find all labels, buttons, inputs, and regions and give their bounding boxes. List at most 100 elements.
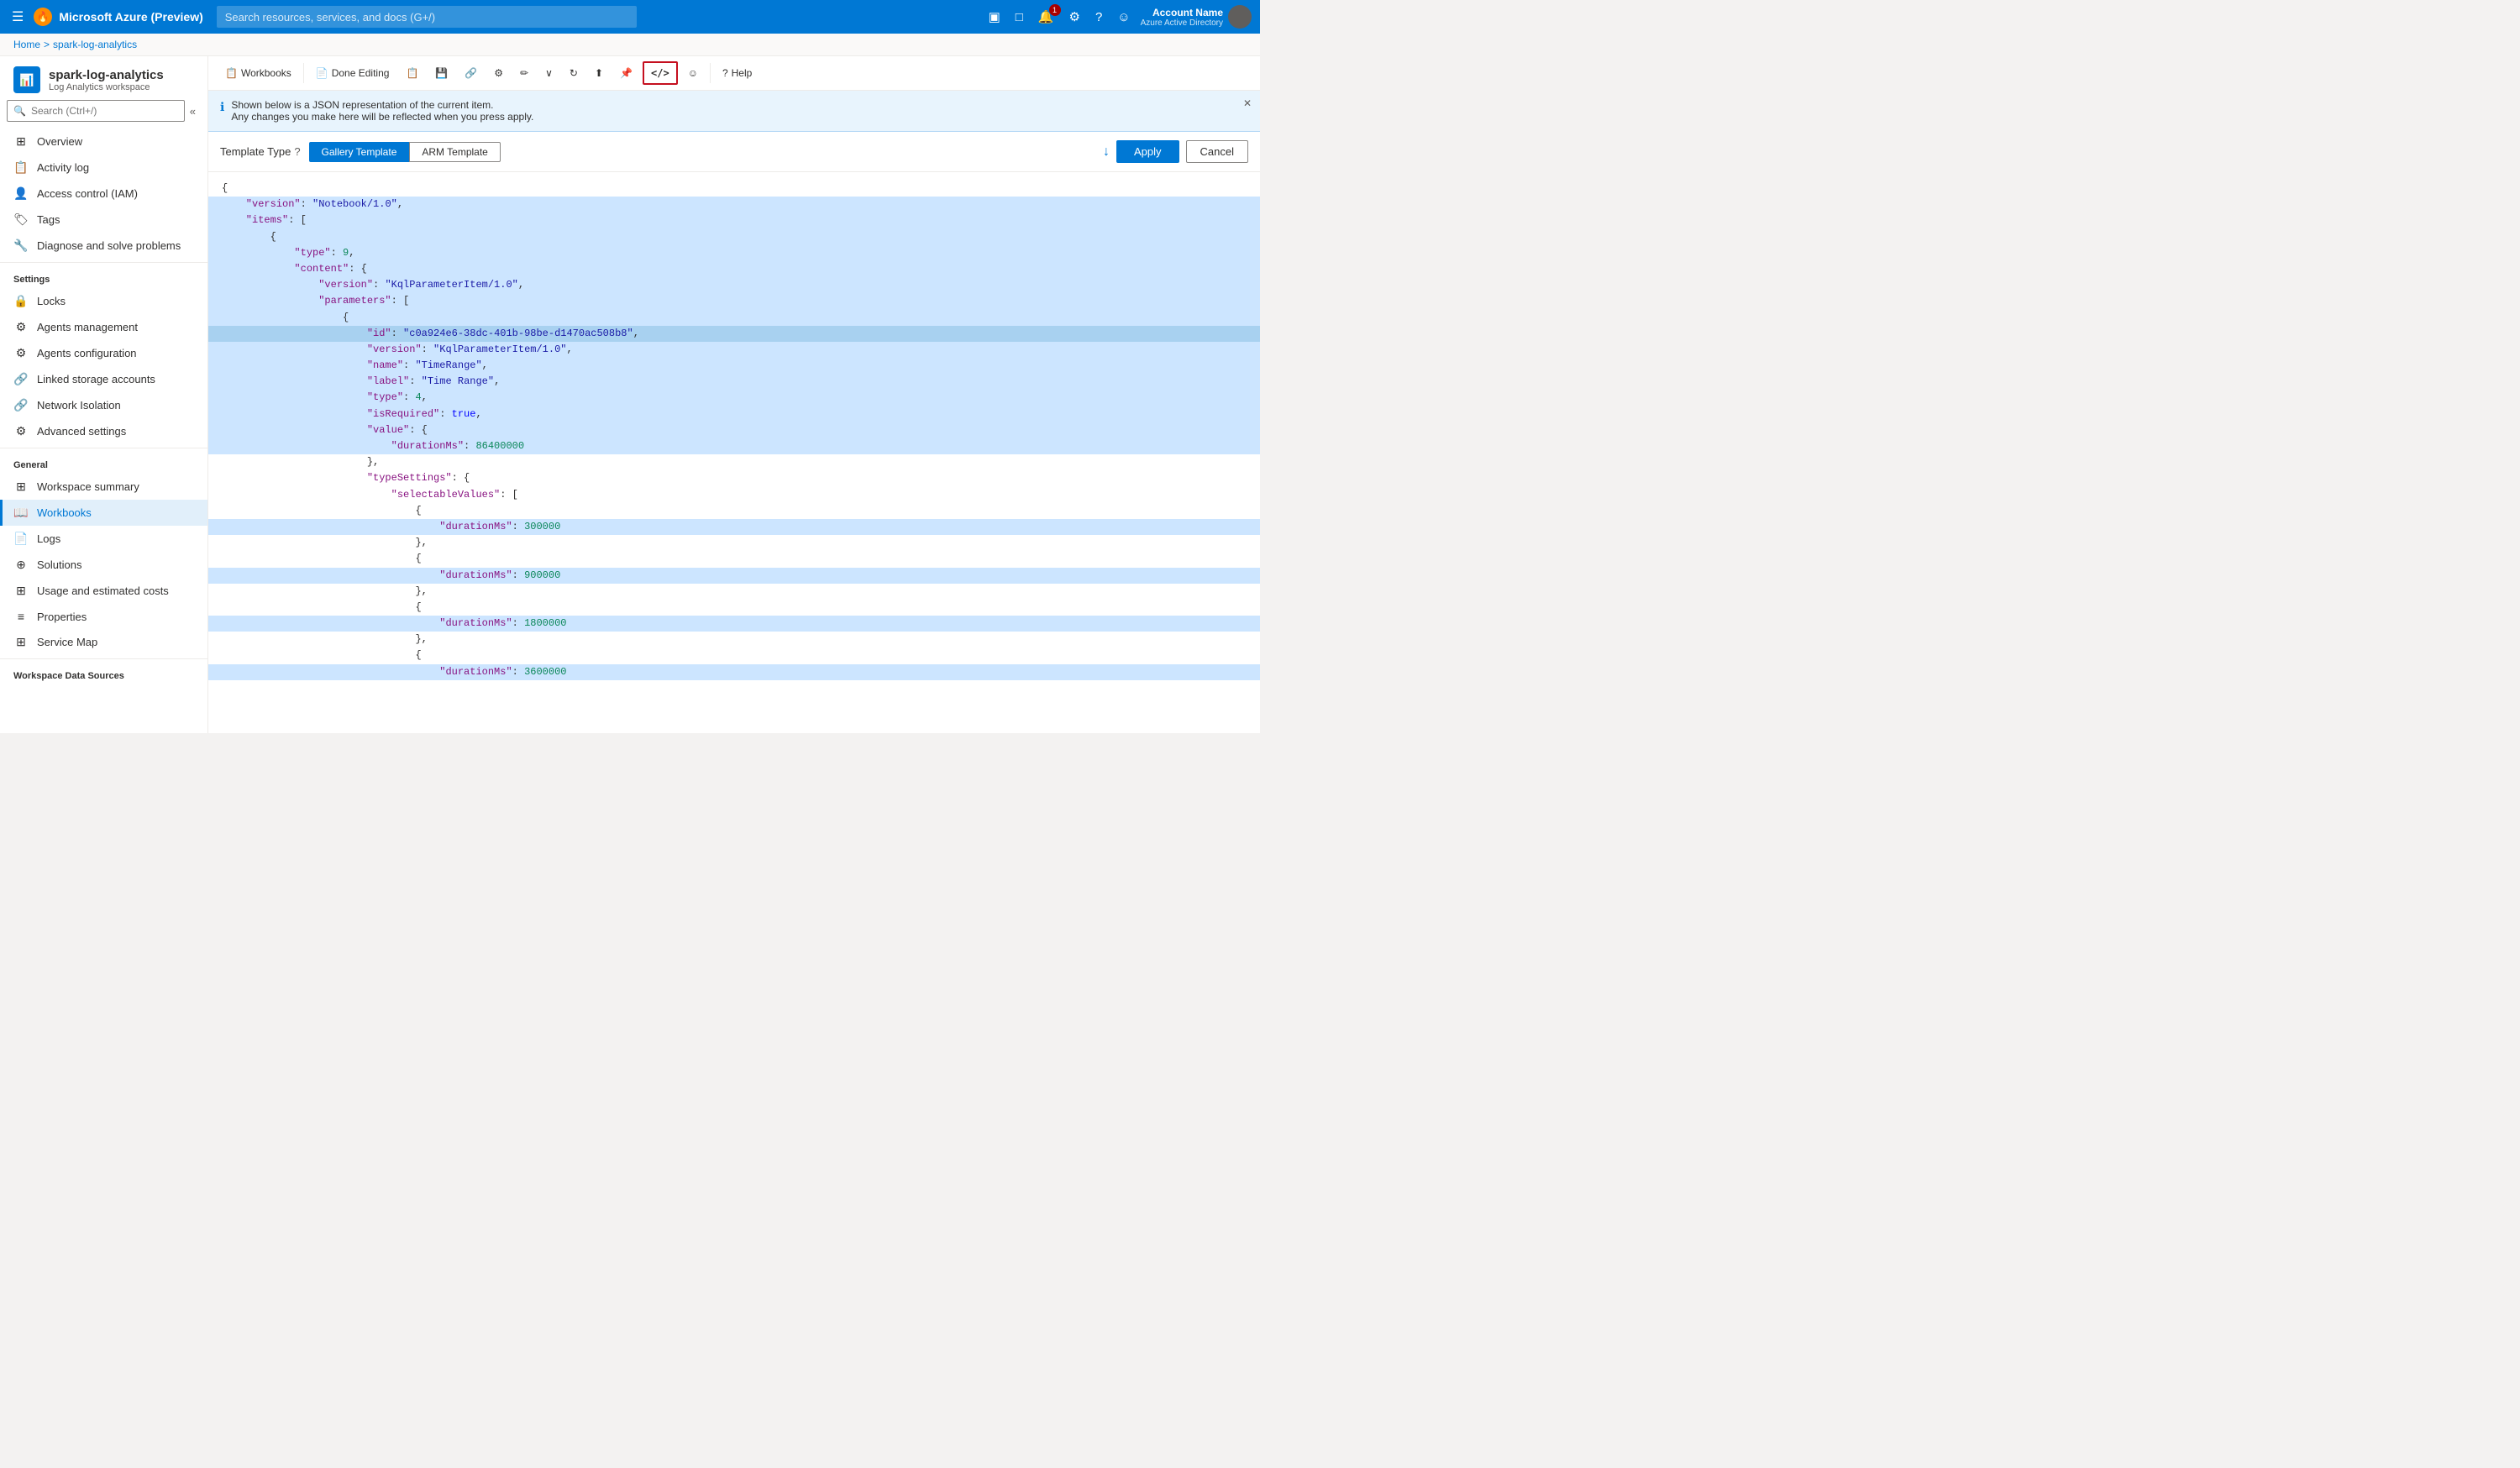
hamburger-menu-icon[interactable]: ☰	[8, 5, 27, 29]
workbooks-icon-toolbar: 📋	[225, 67, 238, 79]
move-down-icon: ∨	[545, 67, 553, 79]
toolbar-separator-1	[303, 63, 304, 83]
emoji-btn[interactable]: ☺	[681, 63, 705, 83]
sidebar-item-logs[interactable]: 📄 Logs	[0, 526, 207, 552]
cloud-shell-icon[interactable]: ▣	[984, 6, 1005, 28]
json-line: "version": "KqlParameterItem/1.0",	[208, 342, 1260, 358]
account-menu[interactable]: Account Name Azure Active Directory	[1141, 5, 1252, 29]
sidebar-search-icon: 🔍	[13, 105, 26, 117]
sidebar-item-properties[interactable]: ≡ Properties	[0, 604, 207, 629]
nav-section-settings: Settings	[0, 266, 207, 288]
upload-icon: ⬆	[595, 67, 603, 79]
breadcrumb-home[interactable]: Home	[13, 39, 40, 50]
copy-link-btn[interactable]: 🔗	[458, 63, 484, 83]
tab-arm-template[interactable]: ARM Template	[409, 142, 500, 162]
done-editing-icon: 📄	[316, 67, 328, 79]
solutions-icon: ⊕	[13, 558, 29, 572]
json-line: {	[208, 551, 1260, 567]
sidebar-item-overview[interactable]: ⊞ Overview	[0, 128, 207, 155]
access-control-icon: 👤	[13, 186, 29, 201]
json-line: "durationMs": 1800000	[208, 616, 1260, 632]
sidebar-item-solutions[interactable]: ⊕ Solutions	[0, 552, 207, 578]
info-message: Shown below is a JSON representation of …	[231, 99, 533, 123]
tab-gallery-template[interactable]: Gallery Template	[309, 142, 410, 162]
save-btn[interactable]: 💾	[428, 63, 454, 83]
json-editor[interactable]: { "version": "Notebook/1.0", "items": [ …	[208, 172, 1260, 733]
pin-btn[interactable]: 📌	[613, 63, 639, 83]
help-icon[interactable]: ?	[1090, 7, 1107, 28]
notifications-icon[interactable]: 🔔1	[1033, 6, 1059, 28]
json-line: {	[208, 310, 1260, 326]
activity-log-icon: 📋	[13, 160, 29, 175]
sidebar-item-usage-costs[interactable]: ⊞ Usage and estimated costs	[0, 578, 207, 604]
workbooks-toolbar: 📋 Workbooks 📄 Done Editing 📋 💾 🔗 ⚙ ✏	[208, 56, 1260, 91]
sidebar-item-tags[interactable]: 🏷 Tags	[0, 207, 207, 233]
nav-section-general: General	[0, 452, 207, 474]
sidebar-search-input[interactable]	[7, 100, 185, 122]
breadcrumb-current[interactable]: spark-log-analytics	[53, 39, 137, 50]
cancel-button[interactable]: Cancel	[1186, 140, 1248, 163]
json-line: "value": {	[208, 422, 1260, 438]
code-icon: </>	[651, 67, 669, 79]
linked-storage-icon: 🔗	[13, 372, 29, 386]
info-banner: ℹ Shown below is a JSON representation o…	[208, 91, 1260, 132]
info-close-btn[interactable]: ✕	[1243, 97, 1252, 109]
sidebar-label-properties: Properties	[37, 611, 87, 623]
sidebar-collapse-icon[interactable]: «	[185, 103, 201, 119]
sidebar-item-workspace-summary[interactable]: ⊞ Workspace summary	[0, 474, 207, 500]
nav-divider-1	[0, 262, 207, 263]
overview-icon: ⊞	[13, 134, 29, 149]
refresh-btn[interactable]: ↻	[563, 63, 585, 83]
sidebar-item-network-isolation[interactable]: 🔗 Network Isolation	[0, 392, 207, 418]
code-view-btn[interactable]: </>	[643, 61, 678, 85]
save-new-btn[interactable]: 📋	[399, 63, 425, 83]
json-line: "isRequired": true,	[208, 406, 1260, 422]
edit-btn[interactable]: ✏	[513, 63, 535, 83]
directory-icon[interactable]: □	[1011, 7, 1028, 28]
settings-icon[interactable]: ⚙	[1064, 6, 1085, 28]
workbooks-icon: 📖	[13, 506, 29, 520]
agents-config-icon: ⚙	[13, 346, 29, 360]
sidebar-item-diagnose[interactable]: 🔧 Diagnose and solve problems	[0, 233, 207, 259]
sidebar-item-activity-log[interactable]: 📋 Activity log	[0, 155, 207, 181]
diagnose-icon: 🔧	[13, 239, 29, 253]
help-btn[interactable]: ? Help	[716, 63, 759, 83]
advanced-settings-icon: ⚙	[13, 424, 29, 438]
sidebar-label-usage-costs: Usage and estimated costs	[37, 585, 169, 597]
settings-btn2[interactable]: ⚙	[487, 63, 510, 83]
json-line: "content": {	[208, 261, 1260, 277]
json-line: {	[208, 229, 1260, 245]
sidebar-item-linked-storage[interactable]: 🔗 Linked storage accounts	[0, 366, 207, 392]
done-editing-label: Done Editing	[332, 67, 390, 79]
json-line: "id": "c0a924e6-38dc-401b-98be-d1470ac50…	[208, 326, 1260, 342]
sidebar-item-advanced-settings[interactable]: ⚙ Advanced settings	[0, 418, 207, 444]
feedback-icon[interactable]: ☺	[1112, 7, 1135, 28]
json-panel-area: ℹ Shown below is a JSON representation o…	[208, 91, 1260, 733]
apply-button[interactable]: Apply	[1116, 140, 1179, 163]
sidebar-item-agents-mgmt[interactable]: ⚙ Agents management	[0, 314, 207, 340]
sidebar-item-agents-config[interactable]: ⚙ Agents configuration	[0, 340, 207, 366]
json-line: },	[208, 632, 1260, 647]
sidebar-label-locks: Locks	[37, 295, 66, 307]
sidebar-item-service-map[interactable]: ⊞ Service Map	[0, 629, 207, 655]
sidebar-navigation: ⊞ Overview 📋 Activity log 👤 Access contr…	[0, 128, 207, 733]
json-line: "parameters": [	[208, 293, 1260, 309]
json-line: "version": "Notebook/1.0",	[208, 197, 1260, 212]
move-down-btn[interactable]: ∨	[538, 63, 559, 83]
download-icon[interactable]: ↓	[1103, 144, 1110, 160]
global-search-input[interactable]	[217, 6, 637, 28]
upload-btn[interactable]: ⬆	[588, 63, 610, 83]
sidebar-label-logs: Logs	[37, 532, 60, 545]
workbooks-btn[interactable]: 📋 Workbooks	[218, 63, 298, 83]
network-isolation-icon: 🔗	[13, 398, 29, 412]
template-type-label: Template Type ?	[220, 145, 301, 158]
sidebar: 📊 spark-log-analytics Log Analytics work…	[0, 56, 208, 733]
sidebar-item-workbooks[interactable]: 📖 Workbooks	[0, 500, 207, 526]
main-layout: 📊 spark-log-analytics Log Analytics work…	[0, 56, 1260, 733]
sidebar-search[interactable]: 🔍 «	[7, 100, 201, 122]
help-question-icon: ?	[722, 67, 728, 79]
sidebar-item-access-control[interactable]: 👤 Access control (IAM)	[0, 181, 207, 207]
done-editing-btn[interactable]: 📄 Done Editing	[309, 63, 396, 83]
json-line: {	[208, 503, 1260, 519]
sidebar-item-locks[interactable]: 🔒 Locks	[0, 288, 207, 314]
